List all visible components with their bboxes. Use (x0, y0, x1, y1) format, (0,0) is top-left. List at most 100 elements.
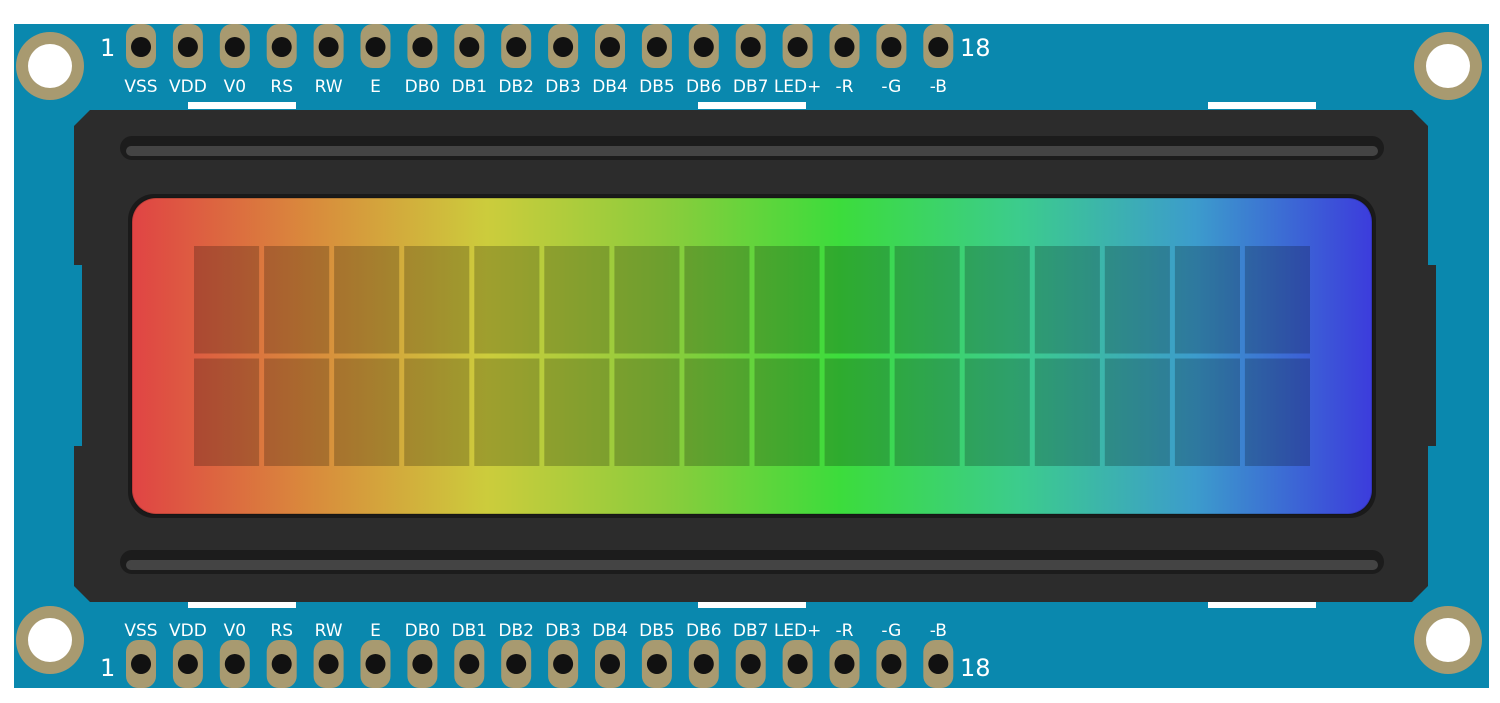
lcd-module-diagram: VSS VDD V0 RS RW E DB0 DB1 DB2 DB3 DB4 DB5 DB6 DB7 LED… (0, 0, 1500, 703)
pin-14-top (735, 24, 766, 68)
mounting-hole-bottom-right (1414, 606, 1482, 674)
character-cell (1244, 358, 1310, 466)
pin-6-bottom (360, 640, 391, 688)
pin-label-12-bottom: DB5 (639, 621, 675, 641)
pin-1-top (126, 24, 156, 68)
character-cell (404, 358, 470, 466)
pin-18-top (923, 24, 954, 68)
pin-number-last-bottom: 18 (960, 654, 991, 682)
pin-label-5-bottom: RW (315, 621, 343, 641)
pin-4-bottom (266, 640, 297, 688)
pin-label-2-bottom: VDD (169, 621, 207, 641)
character-cell (474, 246, 540, 354)
lcd-backlight (132, 198, 1372, 514)
character-cell (264, 246, 330, 354)
pin-label-10-bottom: DB3 (545, 621, 581, 641)
character-cell (894, 246, 960, 354)
pin-17-top (876, 24, 907, 68)
pin-2-bottom (172, 640, 203, 688)
pin-14-bottom (735, 640, 766, 688)
pin-label-9-top: DB2 (498, 77, 534, 97)
pin-11-top (595, 24, 625, 68)
mounting-hole-top-right (1414, 32, 1482, 100)
character-cell (1104, 246, 1170, 354)
pin-label-7-top: DB0 (405, 77, 441, 97)
character-cell (1244, 246, 1310, 354)
pin-18-bottom (923, 640, 954, 688)
pin-label-15-top: LED+ (774, 77, 822, 97)
character-cell (1174, 358, 1240, 466)
pin-label-11-bottom: DB4 (592, 621, 628, 641)
pin-label-18-top: -B (930, 77, 947, 97)
pin-number-first-bottom: 1 (100, 654, 115, 682)
pin-13-bottom (688, 640, 719, 688)
pin-number-last-top: 18 (960, 34, 991, 62)
pin-12-bottom (641, 640, 672, 688)
pin-label-14-bottom: DB7 (733, 621, 769, 641)
character-cell (1104, 358, 1170, 466)
pin-label-6-bottom: E (370, 621, 381, 641)
pin-label-11-top: DB4 (592, 77, 628, 97)
pin-2-top (172, 24, 203, 68)
pin-label-14-top: DB7 (733, 77, 769, 97)
pin-16-top (829, 24, 860, 68)
character-cell (824, 358, 890, 466)
pin-label-9-bottom: DB2 (498, 621, 534, 641)
character-cell (1174, 246, 1240, 354)
character-cell (614, 246, 680, 354)
bezel-slot-bottom (120, 550, 1384, 574)
pin-label-2-top: VDD (169, 77, 207, 97)
character-cell (334, 358, 400, 466)
pin-4-top (266, 24, 297, 68)
pin-15-top (782, 24, 813, 68)
pin-label-1-top: VSS (124, 77, 157, 97)
character-cell (194, 358, 260, 466)
pin-label-10-top: DB3 (545, 77, 581, 97)
pin-5-bottom (313, 640, 344, 688)
character-cell (754, 358, 820, 466)
character-cell (964, 358, 1030, 466)
character-cell (544, 358, 610, 466)
pin-label-17-top: -G (881, 77, 901, 97)
pin-label-8-bottom: DB1 (452, 621, 488, 641)
character-cell (194, 246, 260, 354)
pin-8-bottom (454, 640, 485, 688)
pin-6-top (360, 24, 391, 68)
pin-12-top (641, 24, 672, 68)
character-cell (1034, 358, 1100, 466)
pin-label-16-bottom: -R (836, 621, 854, 641)
character-cell (684, 358, 750, 466)
pin-11-bottom (595, 640, 625, 688)
pin-label-13-bottom: DB6 (686, 621, 722, 641)
pin-label-7-bottom: DB0 (405, 621, 441, 641)
pin-label-16-top: -R (836, 77, 854, 97)
character-cell (614, 358, 680, 466)
pin-label-3-bottom: V0 (224, 621, 246, 641)
pin-label-13-top: DB6 (686, 77, 722, 97)
lcd-board: VSS VDD V0 RS RW E DB0 DB1 DB2 DB3 DB4 DB5 DB6 DB7 LED… (14, 24, 1489, 688)
pin-3-bottom (219, 640, 250, 688)
pin-9-bottom (501, 640, 532, 688)
pin-10-top (548, 24, 579, 68)
character-cell (474, 358, 540, 466)
pin-label-18-bottom: -B (930, 621, 947, 641)
character-cell (264, 358, 330, 466)
pin-label-6-top: E (370, 77, 381, 97)
pin-17-bottom (876, 640, 907, 688)
pin-label-12-top: DB5 (639, 77, 675, 97)
pin-5-top (313, 24, 344, 68)
pin-label-3-top: V0 (224, 77, 246, 97)
character-cell (334, 246, 400, 354)
pin-label-4-top: RS (270, 77, 293, 97)
pin-label-4-bottom: RS (270, 621, 293, 641)
mounting-hole-top-left (16, 32, 84, 100)
bezel-slot-top (120, 136, 1384, 160)
pin-label-5-top: RW (315, 77, 343, 97)
character-cell (544, 246, 610, 354)
pin-7-bottom (407, 640, 438, 688)
pin-7-top (407, 24, 438, 68)
character-cell (754, 246, 820, 354)
pin-1-bottom (126, 640, 156, 688)
character-cell (824, 246, 890, 354)
character-cell (894, 358, 960, 466)
